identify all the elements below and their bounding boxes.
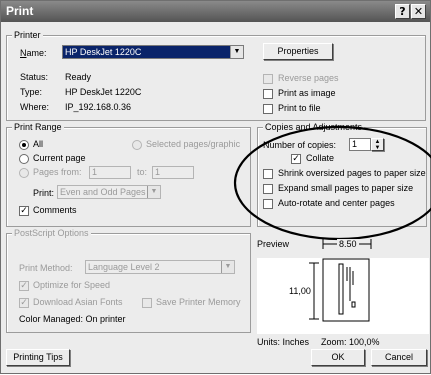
pages-to-input[interactable]: 1 (152, 166, 194, 179)
optimize-label: Optimize for Speed (33, 280, 111, 290)
print-to-file-label: Print to file (278, 103, 321, 113)
optimize-checkbox[interactable]: ✓ (19, 281, 29, 291)
save-memory-label: Save Printer Memory (156, 297, 241, 307)
save-memory-checkbox[interactable] (142, 298, 152, 308)
print-as-image-checkbox[interactable] (263, 89, 273, 99)
expand-label: Expand small pages to paper size (278, 183, 414, 193)
print-subset-label: Print: (33, 188, 55, 198)
autorotate-label: Auto-rotate and center pages (278, 198, 395, 208)
print-to-file-checkbox[interactable] (263, 104, 273, 114)
pages-from-input[interactable]: 1 (89, 166, 131, 179)
range-pages-radio[interactable] (19, 168, 29, 178)
preview-height-label: 11,00 (289, 286, 311, 297)
printer-name-label: Name: (20, 48, 47, 58)
printer-name-select[interactable]: HP DeskJet 1220C ▼ (62, 45, 244, 59)
print-subset-select[interactable]: Even and Odd Pages ▼ (57, 185, 161, 199)
reverse-pages-label: Reverse pages (278, 73, 339, 83)
download-fonts-label: Download Asian Fonts (33, 297, 123, 307)
print-method-select[interactable]: Language Level 2 ▼ (85, 260, 235, 274)
printer-group-label: Printer (12, 30, 43, 40)
chevron-down-icon[interactable]: ▼ (147, 186, 160, 198)
status-value: Ready (65, 72, 92, 82)
postscript-group-label: PostScript Options (12, 228, 91, 238)
range-all-label: All (33, 139, 44, 149)
window-title: Print (6, 4, 34, 18)
collate-checkbox[interactable]: ✓ (291, 154, 301, 164)
where-value: IP_192.168.0.36 (65, 102, 132, 112)
autorotate-checkbox[interactable] (263, 199, 273, 209)
properties-button[interactable]: Properties (263, 43, 333, 60)
range-selected-label: Selected pages/graphic (146, 139, 241, 149)
printing-tips-button[interactable]: Printing Tips (6, 349, 70, 366)
copies-number-label: Number of copies: (263, 140, 337, 150)
print-method-value: Language Level 2 (88, 262, 160, 272)
range-current-radio[interactable] (19, 154, 29, 164)
preview-label: Preview (257, 239, 290, 249)
collate-label: Collate (306, 153, 335, 163)
download-fonts-checkbox[interactable]: ✓ (19, 298, 29, 308)
status-label: Status: (20, 72, 49, 82)
print-range-group-label: Print Range (12, 122, 64, 132)
copies-group-label: Copies and Adjustments (263, 122, 365, 132)
shrink-checkbox[interactable] (263, 169, 273, 179)
ok-button[interactable]: OK (311, 349, 365, 366)
copies-spinner[interactable]: ▲ ▼ (371, 138, 384, 151)
chevron-down-icon[interactable]: ▼ (221, 261, 234, 273)
zoom-label: Zoom: 100,0% (321, 337, 380, 347)
copies-number-input[interactable]: 1 (349, 138, 371, 151)
range-selected-radio[interactable] (132, 140, 142, 150)
type-value: HP DeskJet 1220C (65, 87, 142, 97)
printer-name-value: HP DeskJet 1220C (65, 47, 142, 57)
preview-panel (257, 258, 429, 334)
close-button[interactable]: ✕ (411, 4, 426, 19)
type-label: Type: (20, 87, 43, 97)
print-subset-value: Even and Odd Pages (60, 187, 146, 197)
preview-width-label: 8.50 (337, 239, 359, 250)
range-pages-label: Pages from: (33, 167, 82, 177)
print-as-image-label: Print as image (278, 88, 336, 98)
range-all-radio[interactable] (19, 140, 29, 150)
range-current-label: Current page (33, 153, 86, 163)
print-dialog: Print ? ✕ Printer Name: HP DeskJet 1220C… (0, 0, 431, 374)
reverse-pages-checkbox[interactable] (263, 74, 273, 84)
print-method-label: Print Method: (19, 263, 73, 273)
comments-label: Comments (33, 205, 77, 215)
units-label: Units: Inches (257, 337, 310, 347)
where-label: Where: (20, 102, 50, 112)
shrink-label: Shrink oversized pages to paper size (278, 168, 426, 178)
color-managed-label: Color Managed: On printer (19, 314, 126, 324)
cancel-button[interactable]: Cancel (371, 349, 427, 366)
pages-to-label: to: (137, 167, 148, 177)
title-bar[interactable]: Print ? ✕ (1, 1, 430, 22)
comments-checkbox[interactable]: ✓ (19, 206, 29, 216)
expand-checkbox[interactable] (263, 184, 273, 194)
chevron-down-icon[interactable]: ▼ (230, 46, 243, 58)
help-button[interactable]: ? (395, 4, 410, 19)
